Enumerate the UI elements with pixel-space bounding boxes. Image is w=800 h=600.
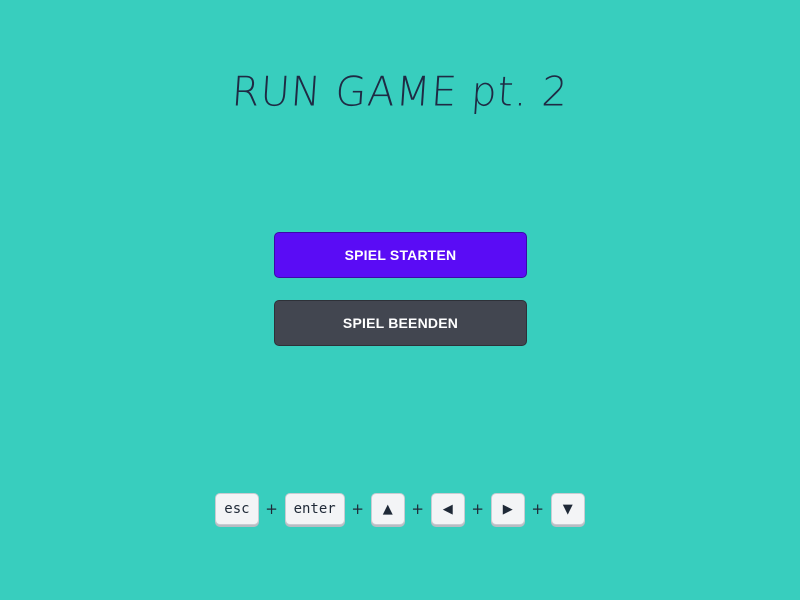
plus-separator: + <box>265 500 278 518</box>
main-menu: SPIEL STARTEN SPIEL BEENDEN <box>274 232 527 346</box>
enter-key: enter <box>284 493 345 525</box>
esc-key: esc <box>215 493 259 525</box>
arrow-up-icon: ▲ <box>370 493 405 525</box>
plus-separator: + <box>471 500 484 518</box>
plus-separator: + <box>411 500 424 518</box>
controls-legend: esc + enter + ▲ + ◀ + ▶ + ▼ <box>0 493 800 525</box>
start-game-button[interactable]: SPIEL STARTEN <box>274 232 527 278</box>
quit-game-button[interactable]: SPIEL BEENDEN <box>274 300 527 346</box>
game-title: RUN GAME pt. 2 <box>230 68 570 116</box>
plus-separator: + <box>531 500 544 518</box>
arrow-left-icon: ◀ <box>430 493 465 525</box>
arrow-right-icon: ▶ <box>490 493 525 525</box>
plus-separator: + <box>351 500 364 518</box>
arrow-down-icon: ▼ <box>550 493 585 525</box>
